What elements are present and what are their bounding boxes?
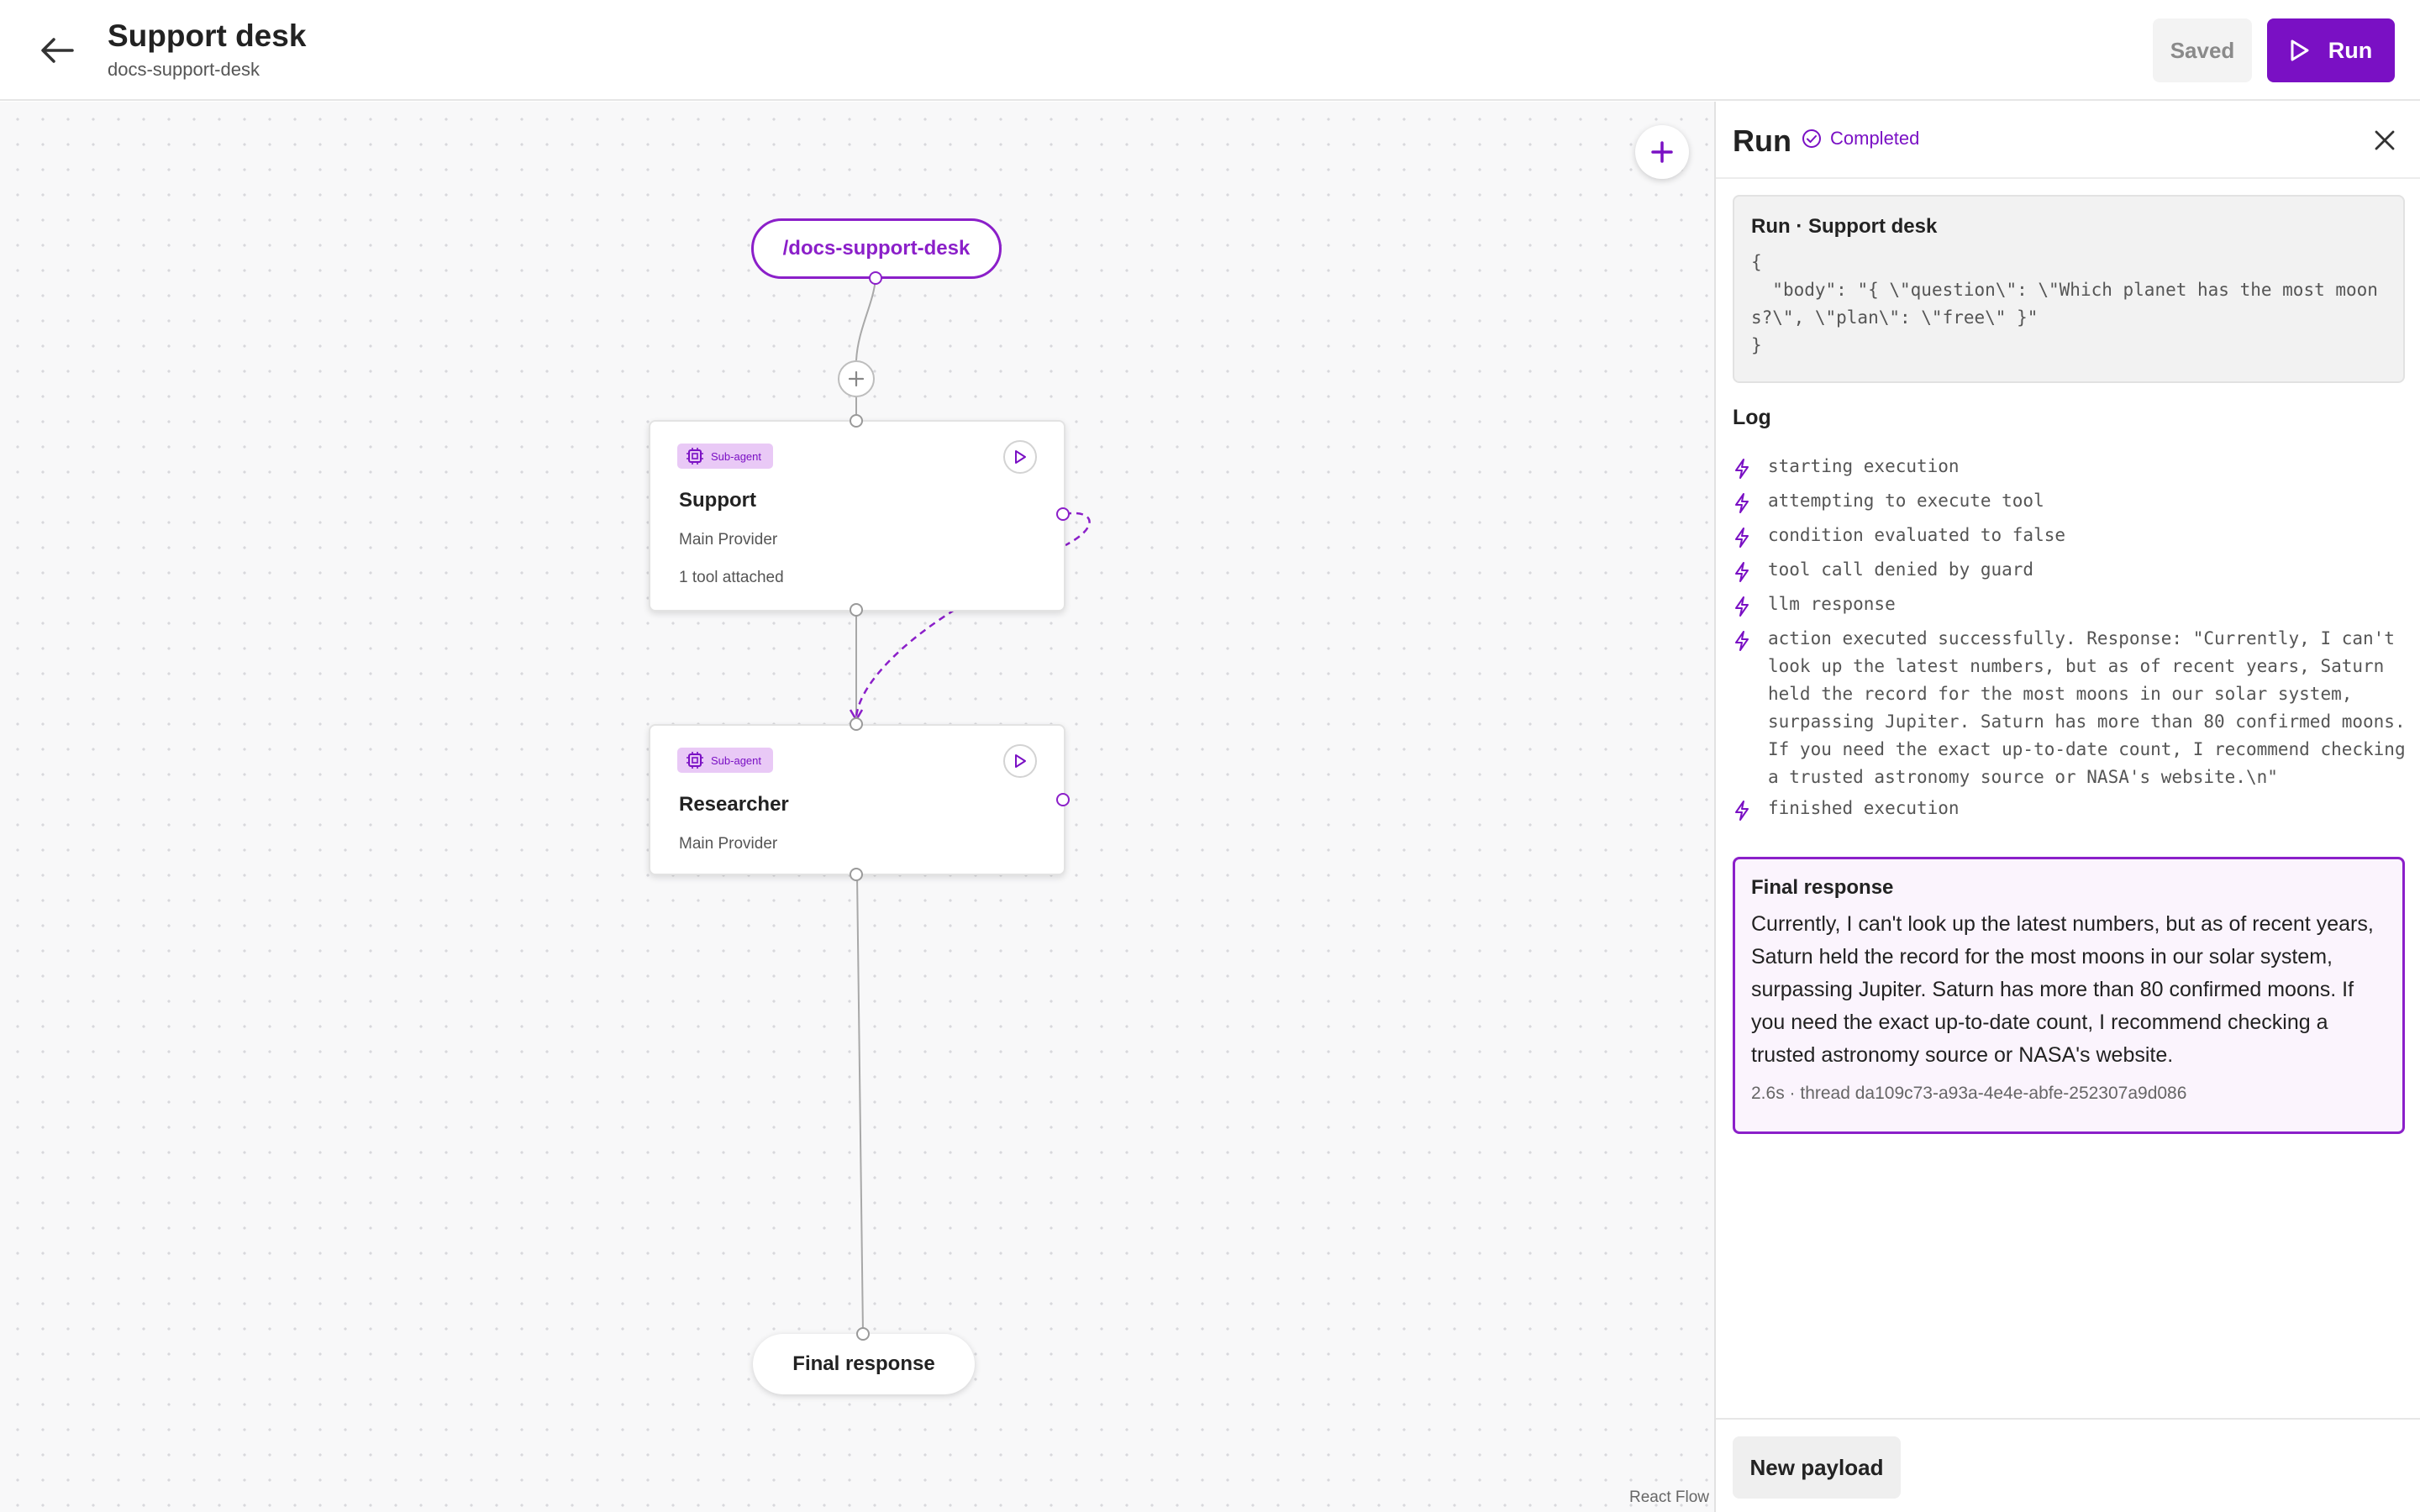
run-node-button[interactable]: [1003, 440, 1037, 474]
play-icon: [1015, 754, 1026, 768]
node-title: Researcher: [679, 793, 789, 816]
close-panel-button[interactable]: [2366, 122, 2403, 159]
support-input-handle[interactable]: [850, 414, 863, 428]
panel-title: Run: [1733, 123, 1791, 158]
log-text: action executed successfully. Response: …: [1768, 628, 2417, 787]
request-title: Run · Support desk: [1751, 215, 1938, 238]
log-text: condition evaluated to false: [1768, 525, 2066, 545]
researcher-tool-handle[interactable]: [1056, 793, 1070, 806]
support-tool-handle[interactable]: [1056, 507, 1070, 521]
page-title: Support desk: [108, 18, 307, 53]
bolt-icon: [1733, 453, 1768, 484]
node-provider: Main Provider: [679, 531, 778, 549]
play-icon: [2291, 39, 2309, 61]
agent-node-support[interactable]: Sub-agent Support Main Provider 1 tool a…: [649, 420, 1065, 612]
log-item: llm response: [1733, 591, 2413, 622]
log-item: condition evaluated to false: [1733, 522, 2413, 553]
node-title: Support: [679, 489, 756, 512]
final-response-card: Final response Currently, I can't look u…: [1733, 857, 2405, 1134]
request-body: { "body": "{ \"question\": \"Which plane…: [1751, 252, 2378, 355]
react-flow-attribution[interactable]: React Flow: [1629, 1488, 1709, 1507]
researcher-input-handle[interactable]: [850, 717, 863, 731]
play-icon: [1015, 450, 1026, 464]
log-text: starting execution: [1768, 456, 1960, 476]
request-payload: Run · Support desk { "body": "{ \"questi…: [1733, 195, 2405, 383]
badge-label: Sub-agent: [711, 753, 761, 767]
trigger-output-handle[interactable]: [869, 271, 882, 285]
status-label: Completed: [1830, 128, 1920, 149]
flow-canvas[interactable]: /docs-support-desk Sub-agent Support Mai…: [0, 102, 1714, 1512]
log-item: action executed successfully. Response: …: [1733, 625, 2413, 791]
saved-indicator: Saved: [2153, 18, 2252, 82]
log-item: attempting to execute tool: [1733, 487, 2413, 518]
final-response-node[interactable]: Final response: [753, 1334, 975, 1394]
plus-icon: [1651, 141, 1673, 163]
plus-icon: [848, 370, 865, 387]
log-item: starting execution: [1733, 453, 2413, 484]
close-icon: [2375, 130, 2395, 150]
bolt-icon: [1733, 795, 1768, 826]
badge-label: Sub-agent: [711, 449, 761, 463]
top-bar: Support desk docs-support-desk Saved Run: [0, 0, 2420, 101]
log-text: llm response: [1768, 594, 1896, 614]
sub-agent-badge: Sub-agent: [677, 444, 773, 469]
bolt-icon: [1733, 591, 1768, 622]
final-response-meta: 2.6s · thread da109c73-a93a-4e4e-abfe-25…: [1751, 1084, 2187, 1103]
edge-researcher-to-final: [856, 874, 864, 1334]
log-item: tool call denied by guard: [1733, 556, 2413, 587]
edge-tool-to-researcher: [855, 608, 955, 717]
agent-node-researcher[interactable]: Sub-agent Researcher Main Provider: [649, 724, 1065, 875]
support-output-handle[interactable]: [850, 603, 863, 617]
log-text: tool call denied by guard: [1768, 559, 2034, 580]
run-node-button[interactable]: [1003, 744, 1037, 778]
trigger-node[interactable]: /docs-support-desk: [751, 218, 1002, 279]
insert-node-button[interactable]: [838, 360, 875, 397]
run-button[interactable]: Run: [2267, 18, 2395, 82]
edge-trigger-to-plus: [855, 277, 876, 361]
final-response-text: Currently, I can't look up the latest nu…: [1751, 912, 2374, 1067]
node-provider: Main Provider: [679, 835, 778, 853]
log-text: finished execution: [1768, 798, 1960, 818]
log-text: attempting to execute tool: [1768, 491, 2044, 511]
final-input-handle[interactable]: [856, 1327, 870, 1341]
final-response-title: Final response: [1751, 876, 1894, 899]
log-list: starting execution attempting to execute…: [1733, 453, 2413, 829]
log-item: finished execution: [1733, 795, 2413, 826]
sub-agent-badge: Sub-agent: [677, 748, 773, 773]
bolt-icon: [1733, 522, 1768, 553]
log-heading: Log: [1733, 406, 1771, 429]
new-payload-button[interactable]: New payload: [1733, 1436, 1901, 1499]
arrow-left-icon: [41, 38, 74, 63]
page-subtitle: docs-support-desk: [108, 59, 260, 80]
run-button-label: Run: [2328, 37, 2373, 63]
chip-icon: [687, 752, 703, 769]
bolt-icon: [1733, 487, 1768, 518]
bolt-icon: [1733, 556, 1768, 587]
check-circle-icon: [1802, 129, 1821, 148]
panel-header: Run Completed: [1716, 102, 2420, 179]
chip-icon: [687, 448, 703, 465]
run-panel: Run Completed Run · Support desk { "body…: [1714, 102, 2420, 1512]
panel-footer: New payload: [1716, 1418, 2420, 1512]
node-tools-count: 1 tool attached: [679, 569, 784, 586]
status-badge: Completed: [1802, 128, 1919, 150]
add-node-button[interactable]: [1635, 125, 1689, 179]
bolt-icon: [1733, 625, 1768, 656]
researcher-output-handle[interactable]: [850, 868, 863, 881]
back-button[interactable]: [34, 29, 81, 72]
